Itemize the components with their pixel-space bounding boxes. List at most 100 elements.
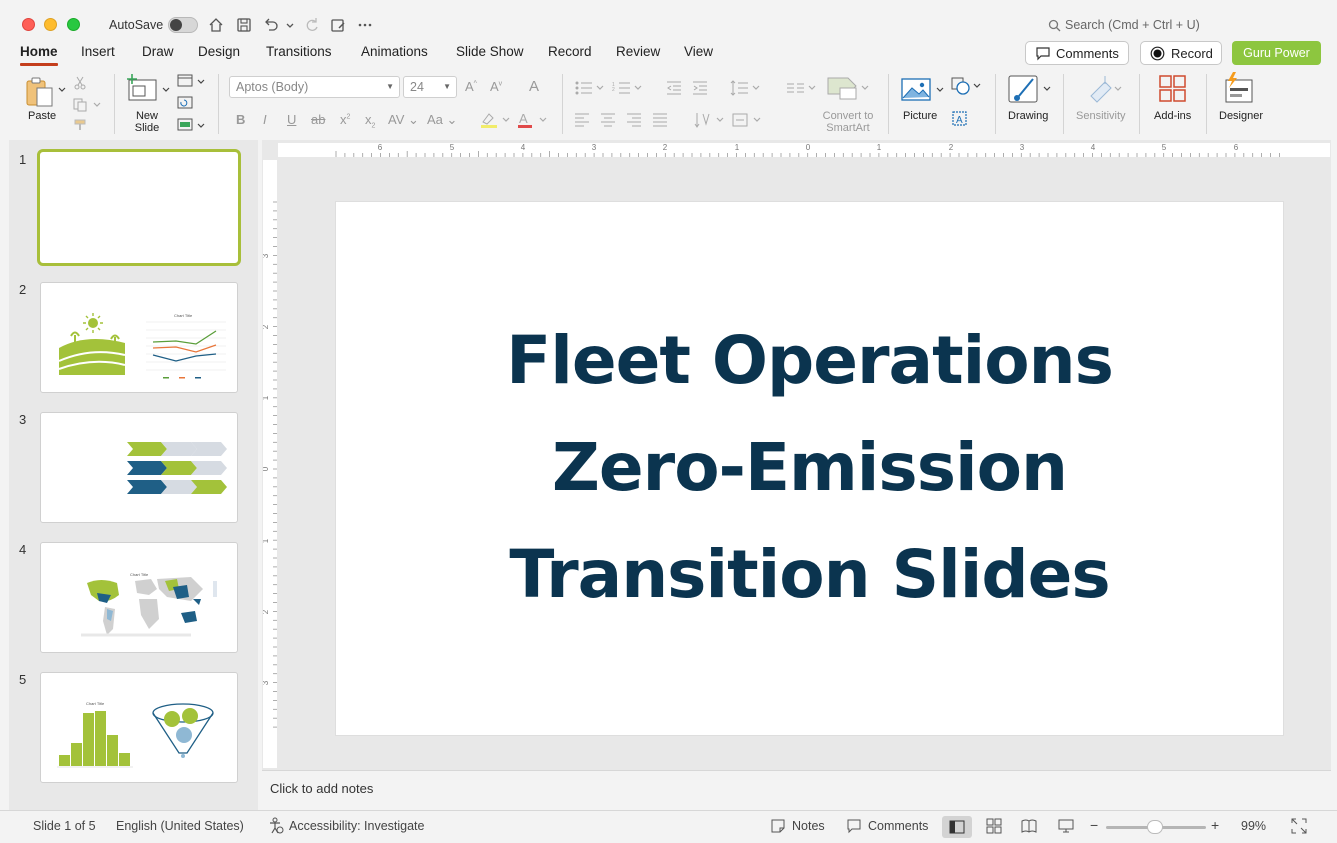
slide-show-view-icon[interactable] [1058, 818, 1074, 834]
tab-insert[interactable]: Insert [81, 44, 115, 59]
save-as-icon[interactable] [328, 15, 348, 35]
layout-icon[interactable] [177, 74, 194, 88]
drawing-icon[interactable] [1007, 74, 1053, 106]
picture-icon[interactable] [900, 76, 946, 104]
numbering-icon[interactable]: 12 [612, 80, 646, 96]
search-box[interactable]: Search (Cmd + Ctrl + U) [1048, 18, 1200, 32]
zoom-level[interactable]: 99% [1241, 819, 1266, 833]
align-left-icon[interactable] [574, 112, 590, 128]
increase-font-size-icon[interactable]: A^ [465, 79, 477, 94]
line-spacing-icon[interactable] [730, 80, 764, 96]
bold-icon[interactable]: B [236, 112, 245, 127]
fit-to-window-icon[interactable] [1291, 818, 1307, 834]
tab-home[interactable]: Home [20, 44, 58, 66]
comments-button[interactable]: Comments [1025, 41, 1129, 65]
text-direction-icon[interactable] [694, 112, 728, 128]
justify-icon[interactable] [652, 112, 668, 128]
add-ins-grid-icon[interactable] [1158, 74, 1188, 104]
highlight-color-icon[interactable] [479, 110, 513, 130]
guru-power-button[interactable]: Guru Power [1232, 41, 1321, 65]
vertical-ruler[interactable]: 3 2 1 0 1 2 3 [263, 160, 277, 768]
columns-icon[interactable] [786, 80, 820, 96]
tab-draw[interactable]: Draw [142, 44, 174, 59]
layout-chevron-down-icon[interactable] [197, 78, 205, 86]
tab-transitions[interactable]: Transitions [266, 44, 332, 59]
language-indicator[interactable]: English (United States) [116, 819, 244, 833]
more-options-icon[interactable] [355, 15, 375, 35]
font-size-select[interactable]: 24 ▼ [403, 76, 457, 98]
tab-review[interactable]: Review [616, 44, 660, 59]
comments-toggle-label[interactable]: Comments [868, 819, 928, 833]
font-color-icon[interactable]: A [516, 110, 550, 130]
close-window-button[interactable] [22, 18, 35, 31]
undo-icon[interactable] [261, 15, 281, 35]
convert-smartart-icon[interactable] [826, 76, 870, 102]
sensitivity-icon[interactable] [1085, 74, 1125, 106]
current-slide-canvas[interactable]: Fleet Operations Zero-Emission Transitio… [336, 202, 1283, 735]
normal-view-button[interactable] [942, 816, 972, 838]
new-slide-icon[interactable] [126, 74, 160, 104]
slide-thumbnail-3[interactable] [40, 412, 238, 523]
save-icon[interactable] [234, 15, 254, 35]
copy-chevron-down-icon[interactable] [93, 101, 101, 109]
section-chevron-down-icon[interactable] [197, 122, 205, 130]
home-icon[interactable] [206, 15, 226, 35]
slide-sorter-view-icon[interactable] [986, 818, 1002, 834]
zoom-window-button[interactable] [67, 18, 80, 31]
zoom-slider-handle[interactable] [1147, 820, 1163, 834]
new-slide-chevron-down-icon[interactable] [162, 86, 170, 94]
tab-animations[interactable]: Animations [361, 44, 428, 59]
zoom-in-icon[interactable]: + [1211, 817, 1219, 833]
superscript-icon[interactable]: x2 [340, 112, 350, 127]
subscript-icon[interactable]: x2 [365, 112, 375, 130]
horizontal-ruler[interactable]: 6 5 4 3 2 1 0 1 2 3 4 5 6 [278, 143, 1330, 157]
notes-icon[interactable] [770, 818, 786, 834]
paste-clipboard-icon[interactable] [24, 76, 58, 108]
slide-thumbnail-4[interactable]: Chart Title [40, 542, 238, 653]
align-center-icon[interactable] [600, 112, 616, 128]
align-text-icon[interactable] [731, 112, 765, 128]
reset-slide-icon[interactable] [177, 96, 194, 110]
character-spacing-icon[interactable]: AV ⌄ [388, 112, 419, 128]
cut-scissors-icon[interactable] [73, 76, 87, 90]
tab-slide-show[interactable]: Slide Show [456, 44, 524, 59]
decrease-indent-icon[interactable] [666, 80, 682, 96]
slide-thumbnail-2[interactable]: Chart Title [40, 282, 238, 393]
ruler-label: 3 [263, 680, 270, 685]
italic-icon[interactable]: I [263, 112, 267, 127]
tab-design[interactable]: Design [198, 44, 240, 59]
font-name-select[interactable]: Aptos (Body) ▼ [229, 76, 400, 98]
autosave-toggle[interactable] [168, 17, 198, 33]
accessibility-icon[interactable] [268, 817, 284, 835]
notes-pane[interactable]: Click to add notes [262, 770, 1331, 810]
align-right-icon[interactable] [626, 112, 642, 128]
zoom-out-icon[interactable]: − [1090, 817, 1098, 833]
shapes-icon[interactable] [950, 76, 984, 96]
underline-icon[interactable]: U [287, 112, 296, 127]
bullets-icon[interactable] [574, 80, 608, 96]
tab-record[interactable]: Record [548, 44, 592, 59]
clear-formatting-icon[interactable]: A [529, 78, 539, 95]
decrease-font-size-icon[interactable]: Av [490, 79, 502, 94]
text-box-icon[interactable]: A [951, 110, 969, 128]
accessibility-status[interactable]: Accessibility: Investigate [289, 819, 424, 833]
increase-indent-icon[interactable] [692, 80, 708, 96]
slide-thumbnail-5[interactable]: Chart Title [40, 672, 238, 783]
notes-toggle-label[interactable]: Notes [792, 819, 825, 833]
undo-dropdown-chevron-down-icon[interactable] [281, 15, 301, 35]
reading-view-icon[interactable] [1021, 818, 1037, 834]
designer-icon[interactable] [1222, 72, 1258, 104]
strikethrough-icon[interactable]: ab [311, 112, 325, 127]
copy-icon[interactable] [73, 98, 89, 112]
minimize-window-button[interactable] [44, 18, 57, 31]
slide-title-textbox[interactable]: Fleet Operations Zero-Emission Transitio… [336, 307, 1283, 628]
slide-thumbnail-1[interactable] [37, 149, 241, 266]
format-painter-icon[interactable] [73, 118, 89, 132]
section-icon[interactable] [177, 118, 194, 132]
change-case-icon[interactable]: Aa ⌄ [427, 112, 457, 128]
redo-icon[interactable] [302, 15, 322, 35]
status-comments-icon[interactable] [846, 818, 862, 834]
paste-chevron-down-icon[interactable] [58, 86, 66, 94]
tab-view[interactable]: View [684, 44, 713, 59]
record-button[interactable]: Record [1140, 41, 1222, 65]
